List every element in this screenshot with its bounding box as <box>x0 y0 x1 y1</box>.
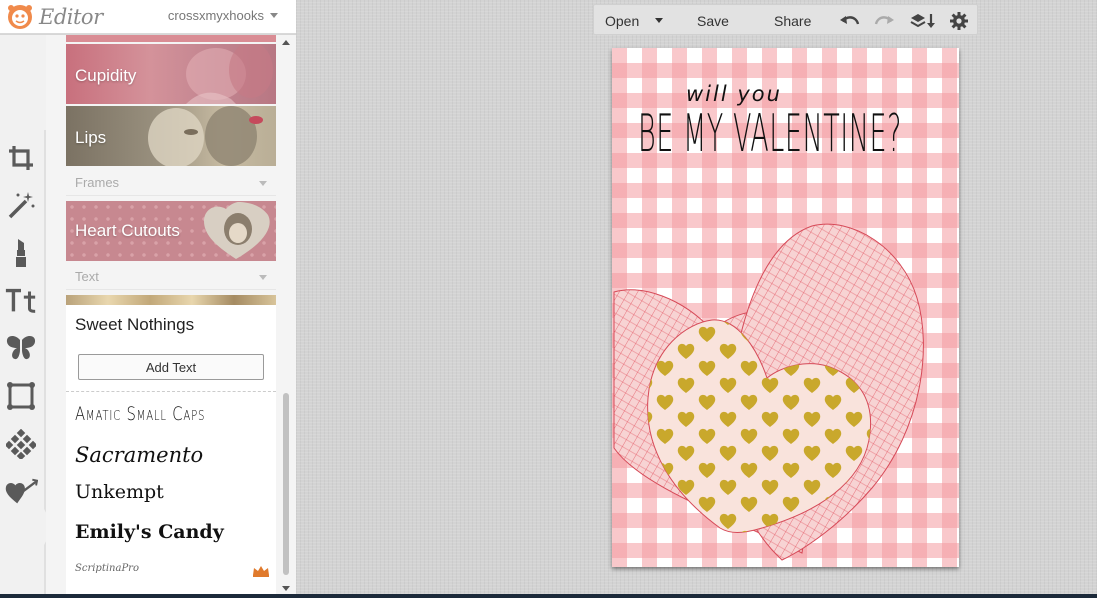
open-button[interactable]: Open <box>605 13 639 29</box>
add-text-button[interactable]: Add Text <box>78 354 264 380</box>
texture-icon[interactable] <box>6 429 36 459</box>
chevron-down-icon[interactable] <box>655 18 663 23</box>
tile-label: Cupidity <box>75 66 137 85</box>
layers-icon[interactable] <box>910 12 936 30</box>
font-option[interactable]: Sacramento <box>75 443 203 467</box>
font-option[interactable]: Unkempt <box>75 481 164 503</box>
card-title: Sweet Nothings <box>75 315 195 334</box>
theme-tile-cupidity[interactable]: Cupidity <box>66 44 276 104</box>
tool-effects[interactable] <box>4 188 38 222</box>
tool-rail <box>0 35 54 598</box>
tool-overlays[interactable] <box>4 331 38 365</box>
panel-content: Cupidity Lips Frames Heart Cutouts Text … <box>66 35 276 598</box>
username[interactable]: crossxmyxhooks <box>168 8 264 23</box>
text-card: Sweet Nothings Add Text Amatic Small Cap… <box>66 295 276 595</box>
canvas-text-will-you[interactable]: will you <box>686 82 782 106</box>
tile-label: Lips <box>75 128 107 147</box>
share-button[interactable]: Share <box>774 13 811 29</box>
app-header: Editor crossxmyxhooks <box>0 0 296 34</box>
frame-tile-heart-cutouts[interactable]: Heart Cutouts <box>66 201 276 261</box>
chevron-down-icon[interactable] <box>259 181 267 186</box>
undo-icon[interactable] <box>840 12 860 28</box>
section-text[interactable]: Text <box>66 262 276 290</box>
workspace: Open Save Share will you BE MY VALENTINE… <box>296 0 1097 594</box>
canvas-text-be-my-valentine[interactable]: BE MY VALENTINE? <box>638 104 902 164</box>
magic-wand-icon[interactable] <box>6 190 36 220</box>
toolbar: Open Save Share <box>593 4 978 35</box>
redo-icon[interactable] <box>874 12 894 28</box>
section-label: Frames <box>75 175 120 190</box>
save-button[interactable]: Save <box>697 13 729 29</box>
theme-tile-partial[interactable] <box>66 35 276 42</box>
tool-touch-up[interactable] <box>4 235 38 269</box>
app-title: Editor <box>39 4 103 29</box>
crop-icon[interactable] <box>6 143 36 173</box>
panel-scrollbar[interactable] <box>280 35 292 598</box>
heart-arrow-icon[interactable] <box>4 477 38 507</box>
frame-icon[interactable] <box>6 381 36 411</box>
butterfly-icon[interactable] <box>5 334 37 362</box>
tile-label: Heart Cutouts <box>75 221 180 240</box>
font-option[interactable]: Amatic Small Caps <box>75 403 205 425</box>
text-tool-icon[interactable] <box>4 285 38 315</box>
scroll-up-icon[interactable] <box>282 40 290 45</box>
chevron-down-icon[interactable] <box>270 13 278 18</box>
font-option[interactable]: Emily's Candy <box>75 521 224 543</box>
chevron-down-icon[interactable] <box>259 275 267 280</box>
canvas-artboard[interactable]: will you BE MY VALENTINE? <box>612 48 959 567</box>
card-header-image <box>66 295 276 305</box>
tool-crop[interactable] <box>4 141 38 175</box>
user-menu[interactable]: crossxmyxhooks <box>168 8 278 23</box>
section-label: Text <box>75 269 99 284</box>
logo-icon[interactable] <box>5 2 35 32</box>
theme-tile-lips[interactable]: Lips <box>66 106 276 166</box>
lipstick-icon[interactable] <box>6 236 36 268</box>
scroll-thumb[interactable] <box>283 393 289 575</box>
taskbar-edge <box>0 594 1097 598</box>
tool-themes[interactable] <box>4 475 38 509</box>
gear-icon[interactable] <box>950 12 968 30</box>
crown-icon <box>253 566 269 577</box>
tool-text[interactable] <box>4 283 38 317</box>
tool-textures[interactable] <box>4 427 38 461</box>
tool-frames[interactable] <box>4 379 38 413</box>
divider <box>66 391 276 392</box>
section-frames[interactable]: Frames <box>66 168 276 196</box>
font-option[interactable]: ScriptinaPro <box>75 563 139 574</box>
theme-panel: Cupidity Lips Frames Heart Cutouts Text … <box>46 35 296 598</box>
scroll-down-icon[interactable] <box>282 586 290 591</box>
